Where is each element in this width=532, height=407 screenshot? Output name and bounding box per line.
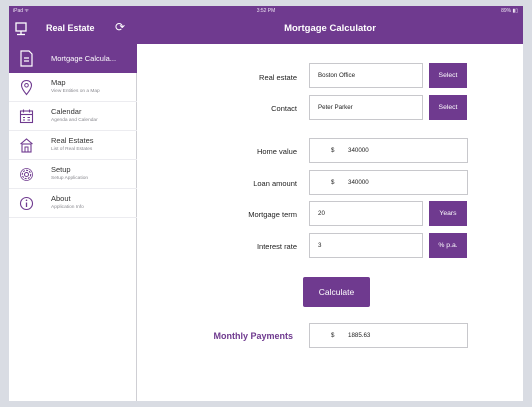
- sidebar-item-real-estates[interactable]: Real Estates List of Real Estates: [9, 131, 137, 160]
- status-bar: iPad ᯤ 3:52 PM 89% ▮▯: [9, 6, 523, 16]
- app-title: Real Estate: [46, 23, 95, 33]
- sidebar-item-label: Calendar: [51, 107, 82, 116]
- real-estate-label: Real estate: [259, 73, 297, 82]
- calendar-icon: [19, 109, 34, 124]
- status-battery: 89% ▮▯: [501, 8, 518, 14]
- gear-icon: [20, 168, 33, 181]
- contact-label: Contact: [271, 104, 297, 113]
- sidebar-item-map[interactable]: Map View Entities on a Map: [9, 73, 137, 102]
- interest-rate-value: 3: [318, 242, 322, 249]
- contact-field[interactable]: Peter Parker: [309, 95, 423, 120]
- sidebar-item-subtitle: View Entities on a Map: [51, 89, 100, 94]
- map-pin-icon: [20, 79, 33, 96]
- sidebar-item-subtitle: List of Real Estates: [51, 147, 93, 152]
- sidebar-item-subtitle: Application Info: [51, 205, 84, 210]
- currency-symbol: $: [331, 147, 335, 154]
- home-value-label: Home value: [256, 147, 297, 156]
- real-estate-value: Boston Office: [318, 72, 356, 79]
- sidebar-item-label: Real Estates: [51, 136, 94, 145]
- top-bar: iPad ᯤ 3:52 PM 89% ▮▯ Real Estate ⟳ Mort…: [9, 6, 523, 44]
- monthly-payments-label: Monthly Payments: [213, 331, 293, 341]
- mortgage-term-value: 20: [318, 210, 325, 217]
- sidebar-item-setup[interactable]: Setup Setup Application: [9, 160, 137, 189]
- mortgage-term-label: Mortgage term: [248, 210, 297, 219]
- percent-unit-badge: % p.a.: [429, 233, 467, 258]
- contact-select-button[interactable]: Select: [429, 95, 467, 120]
- loan-amount-label: Loan amount: [253, 179, 297, 188]
- sidebar-item-label: About: [51, 194, 71, 203]
- calculator-icon: [20, 50, 33, 67]
- monthly-payments-value: 1885.63: [348, 332, 371, 339]
- currency-symbol: $: [331, 179, 335, 186]
- interest-rate-label: Interest rate: [256, 242, 297, 251]
- ipad-screen: iPad ᯤ 3:52 PM 89% ▮▯ Real Estate ⟳ Mort…: [9, 6, 523, 401]
- status-time: 3:52 PM: [256, 8, 276, 14]
- home-value-amount: 340000: [348, 147, 369, 154]
- contact-value: Peter Parker: [318, 104, 353, 111]
- home-value-field[interactable]: $ 340000: [309, 138, 468, 163]
- sidebar-item-label: Mortgage Calcula...: [51, 54, 117, 63]
- sidebar-item-subtitle: Setup Application: [51, 176, 89, 181]
- loan-amount-value: 340000: [348, 179, 369, 186]
- info-icon: [19, 196, 34, 211]
- sidebar-item-mortgage-calculator[interactable]: Mortgage Calcula...: [9, 44, 137, 73]
- building-icon: [20, 138, 33, 153]
- real-estate-select-button[interactable]: Select: [429, 63, 467, 88]
- sidebar-item-label: Setup: [51, 165, 71, 174]
- page-title: Mortgage Calculator: [284, 23, 376, 34]
- currency-symbol: $: [331, 332, 335, 339]
- sidebar-item-calendar[interactable]: Calendar Agenda and Calendar: [9, 102, 137, 131]
- sidebar: Mortgage Calcula... Map View Entities on…: [9, 44, 137, 401]
- mortgage-term-field[interactable]: 20: [309, 201, 423, 226]
- monthly-payments-field: $ 1885.63: [309, 323, 468, 348]
- years-unit-badge: Years: [429, 201, 467, 226]
- interest-rate-field[interactable]: 3: [309, 233, 423, 258]
- real-estate-field[interactable]: Boston Office: [309, 63, 423, 88]
- sidebar-item-about[interactable]: About Application Info: [9, 189, 137, 218]
- mortgage-form: Real estate Boston Office Select Contact…: [137, 44, 523, 401]
- sidebar-item-subtitle: Agenda and Calendar: [51, 118, 98, 123]
- refresh-icon[interactable]: ⟳: [115, 20, 125, 34]
- sidebar-item-label: Map: [51, 78, 66, 87]
- loan-amount-field[interactable]: $ 340000: [309, 170, 468, 195]
- calculate-button[interactable]: Calculate: [303, 277, 370, 307]
- sidebar-toggle-icon[interactable]: [13, 21, 29, 37]
